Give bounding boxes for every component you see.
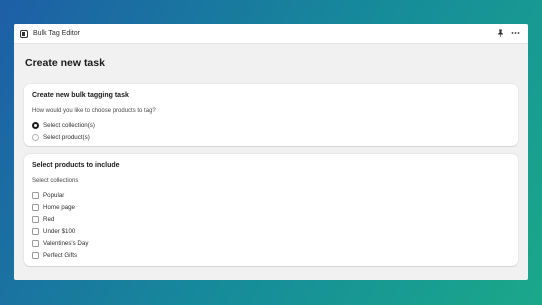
- more-icon[interactable]: [511, 29, 520, 39]
- card-title: Select products to include: [32, 162, 120, 169]
- checkbox[interactable]: [32, 239, 39, 247]
- radio-unselected[interactable]: [32, 133, 39, 141]
- collection-label: Home page: [43, 203, 75, 211]
- collection-valentines-day[interactable]: Valentines's Day: [32, 237, 510, 249]
- collection-home-page[interactable]: Home page: [32, 201, 510, 213]
- card-title: Create new bulk tagging task: [32, 92, 129, 99]
- pin-icon[interactable]: [497, 29, 504, 39]
- checkbox[interactable]: [32, 203, 39, 211]
- question-label: How would you like to choose products to…: [32, 108, 156, 114]
- checkbox[interactable]: [32, 215, 39, 223]
- collection-popular[interactable]: Popular: [32, 189, 510, 201]
- app-title: Bulk Tag Editor: [33, 30, 80, 37]
- option-label: Select product(s): [43, 133, 90, 141]
- collection-under-100[interactable]: Under $100: [32, 225, 510, 237]
- option-label: Select collection(s): [43, 121, 95, 129]
- checkbox[interactable]: [32, 251, 39, 259]
- checkbox[interactable]: [32, 191, 39, 199]
- titlebar: Bulk Tag Editor: [14, 24, 528, 44]
- collection-red[interactable]: Red: [32, 213, 510, 225]
- collections-label: Select collections: [32, 178, 79, 184]
- checkbox[interactable]: [32, 227, 39, 235]
- radio-selected[interactable]: [32, 121, 39, 129]
- collection-label: Red: [43, 215, 55, 223]
- app-icon: [20, 29, 28, 38]
- page-title: Create new task: [25, 57, 105, 69]
- collection-label: Valentines's Day: [43, 239, 89, 247]
- collection-label: Under $100: [43, 227, 76, 235]
- app-window: Bulk Tag Editor Create new task Create n…: [14, 24, 528, 280]
- collection-perfect-gifts[interactable]: Perfect Gifts: [32, 249, 510, 261]
- collection-label: Popular: [43, 191, 65, 199]
- option-select-products[interactable]: Select product(s): [32, 131, 510, 143]
- products-card: Select products to include Select collec…: [24, 154, 518, 266]
- collection-label: Perfect Gifts: [43, 251, 78, 259]
- task-type-card: Create new bulk tagging task How would y…: [24, 84, 518, 146]
- option-select-collections[interactable]: Select collection(s): [32, 119, 510, 131]
